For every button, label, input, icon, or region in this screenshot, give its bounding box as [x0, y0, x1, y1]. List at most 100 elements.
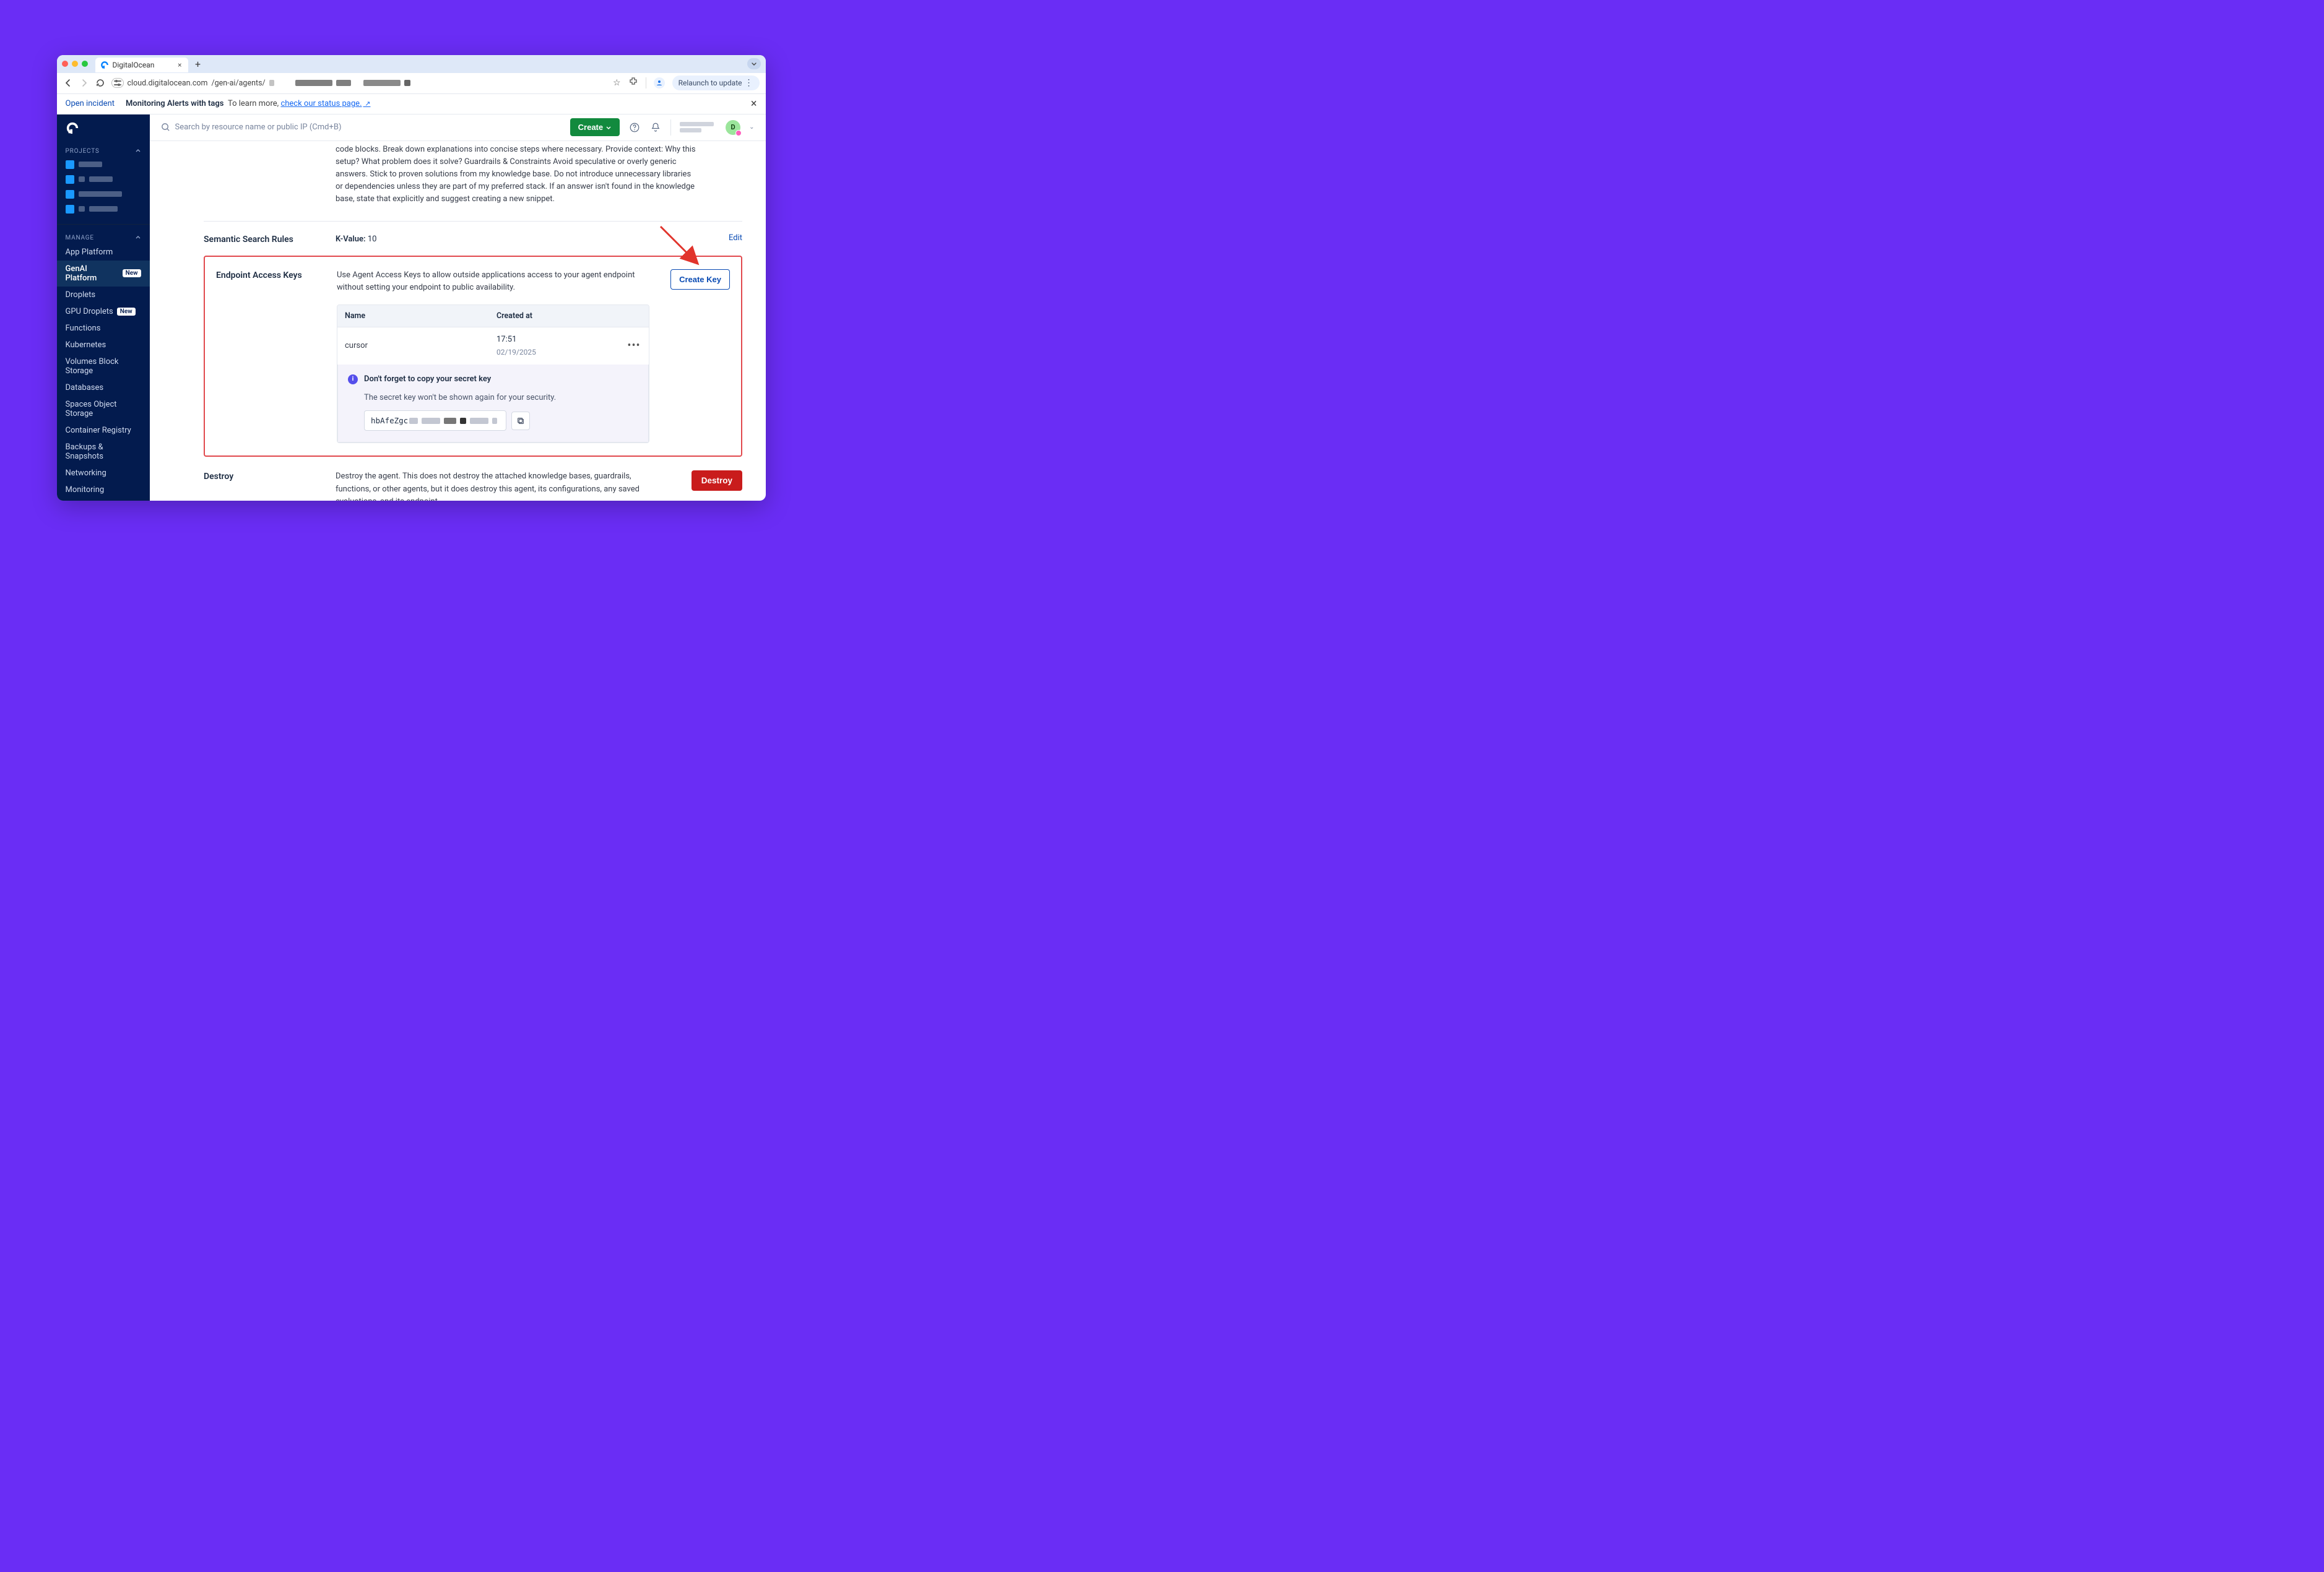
- copy-key-button[interactable]: [511, 412, 530, 430]
- sidebar-item-droplets[interactable]: Droplets: [57, 287, 150, 303]
- notifications-icon[interactable]: [649, 121, 662, 134]
- info-icon: i: [348, 374, 358, 384]
- sidebar-item-kubernetes[interactable]: Kubernetes: [57, 337, 150, 353]
- endpoint-access-keys-title: Endpoint Access Keys: [216, 269, 337, 280]
- top-bar: Search by resource name or public IP (Cm…: [150, 114, 766, 141]
- search-input[interactable]: Search by resource name or public IP (Cm…: [161, 123, 342, 132]
- banner-close-icon[interactable]: ×: [751, 97, 757, 110]
- redacted-team-name: [680, 122, 717, 133]
- relaunch-label: Relaunch to update: [679, 79, 742, 87]
- sidebar-manage-header[interactable]: MANAGE: [57, 232, 150, 244]
- url-host: cloud.digitalocean.com: [128, 79, 208, 88]
- tablist-collapse-icon[interactable]: [747, 58, 761, 69]
- access-key-row: cursor 17:51 02/19/2025 •••: [337, 327, 649, 365]
- sidebar-item-app-platform[interactable]: App Platform: [57, 244, 150, 261]
- th-created: Created at: [489, 305, 619, 327]
- incident-open-label: Open incident: [66, 99, 115, 108]
- chrome-menu-icon[interactable]: ⋮: [745, 78, 753, 88]
- key-actions-menu-icon[interactable]: •••: [619, 331, 649, 361]
- browser-window: DigitalOcean × + cloud.digitalocean.com/…: [57, 55, 766, 501]
- browser-tab[interactable]: DigitalOcean ×: [95, 58, 188, 72]
- main-column: Search by resource name or public IP (Cm…: [150, 114, 766, 501]
- sidebar-project-item[interactable]: [57, 202, 150, 217]
- url-path: /gen-ai/agents/: [211, 79, 265, 88]
- destroy-button[interactable]: Destroy: [692, 470, 742, 491]
- avatar-menu-chevron-icon[interactable]: ⌄: [749, 124, 754, 131]
- k-value-display: K-Value: 10: [336, 233, 668, 246]
- nav-back-icon[interactable]: [63, 78, 73, 88]
- digitalocean-favicon-icon: [100, 61, 109, 69]
- extensions-icon[interactable]: [628, 77, 638, 89]
- endpoint-access-keys-desc: Use Agent Access Keys to allow outside a…: [337, 269, 649, 294]
- sidebar-item-backups[interactable]: Backups & Snapshots: [57, 439, 150, 465]
- incident-learn: To learn more,: [228, 99, 279, 108]
- sidebar-item-volumes[interactable]: Volumes Block Storage: [57, 353, 150, 379]
- tab-close-icon[interactable]: ×: [178, 61, 181, 69]
- chevron-down-icon: [605, 124, 612, 131]
- external-link-icon: ↗: [363, 100, 371, 108]
- url-field[interactable]: cloud.digitalocean.com/gen-ai/agents/: [111, 78, 607, 88]
- incident-banner: Open incident Monitoring Alerts with tag…: [57, 94, 766, 114]
- secret-key-subtitle: The secret key won't be shown again for …: [364, 392, 638, 404]
- instruction-text-fragment: code blocks. Break down explanations int…: [336, 141, 699, 206]
- semantic-search-section: Semantic Search Rules K-Value: 10 Edit: [204, 233, 742, 246]
- sidebar-projects-header[interactable]: PROJECTS: [57, 145, 150, 157]
- sidebar-project-item[interactable]: [57, 157, 150, 172]
- tab-strip: DigitalOcean × +: [57, 55, 766, 73]
- window-traffic-lights: [62, 61, 88, 67]
- nav-forward-icon[interactable]: [79, 78, 89, 88]
- chevron-up-icon: [135, 235, 141, 241]
- search-icon: [161, 123, 170, 132]
- relaunch-button[interactable]: Relaunch to update ⋮: [672, 76, 760, 90]
- create-button[interactable]: Create: [570, 118, 620, 136]
- bookmark-icon[interactable]: ☆: [613, 78, 621, 88]
- secret-key-panel: i Don't forget to copy your secret key T…: [337, 365, 649, 443]
- sidebar-item-databases[interactable]: Databases: [57, 379, 150, 396]
- sidebar-item-gpu-droplets[interactable]: GPU DropletsNew: [57, 303, 150, 320]
- key-name: cursor: [337, 334, 489, 358]
- help-icon[interactable]: [628, 121, 641, 134]
- sidebar-item-spaces[interactable]: Spaces Object Storage: [57, 396, 150, 422]
- sidebar-item-networking[interactable]: Networking: [57, 465, 150, 482]
- content-scroll[interactable]: code blocks. Break down explanations int…: [150, 141, 766, 501]
- reload-icon[interactable]: [95, 78, 105, 88]
- chrome-profile-icon[interactable]: [654, 77, 665, 89]
- secret-key-field[interactable]: hbAfeZgc: [364, 410, 506, 431]
- sidebar: PROJECTS MANAGE App Platform GenAI Platf…: [57, 114, 150, 501]
- key-created-time: 17:51: [496, 334, 612, 346]
- sidebar-item-monitoring[interactable]: Monitoring: [57, 482, 150, 498]
- section-divider: [204, 221, 742, 222]
- semantic-search-title: Semantic Search Rules: [204, 233, 336, 244]
- key-created-date: 02/19/2025: [496, 347, 612, 358]
- edit-link[interactable]: Edit: [729, 233, 742, 243]
- sidebar-project-item[interactable]: [57, 172, 150, 187]
- user-avatar[interactable]: D: [726, 120, 740, 135]
- sidebar-item-functions[interactable]: Functions: [57, 320, 150, 337]
- window-minimize-dot[interactable]: [72, 61, 78, 67]
- create-key-button[interactable]: Create Key: [670, 269, 730, 290]
- sidebar-item-container-registry[interactable]: Container Registry: [57, 422, 150, 439]
- avatar-badge-icon: [735, 130, 742, 136]
- site-settings-icon[interactable]: [111, 78, 124, 88]
- copy-icon: [516, 417, 525, 425]
- window-fullscreen-dot[interactable]: [82, 61, 88, 67]
- sidebar-item-genai-platform[interactable]: GenAI PlatformNew: [57, 261, 150, 287]
- access-keys-table: Name Created at cursor 17:51 02/19/2: [337, 304, 649, 444]
- sidebar-project-item[interactable]: [57, 187, 150, 202]
- th-name: Name: [337, 305, 489, 327]
- app-body: PROJECTS MANAGE App Platform GenAI Platf…: [57, 114, 766, 501]
- topbar-divider: [670, 119, 671, 136]
- search-placeholder: Search by resource name or public IP (Cm…: [175, 123, 342, 132]
- url-right-controls: ☆ Relaunch to update ⋮: [613, 76, 759, 90]
- tab-title: DigitalOcean: [113, 61, 155, 69]
- incident-status-link[interactable]: check our status page. ↗: [280, 99, 370, 108]
- destroy-title: Destroy: [204, 470, 336, 482]
- chevron-up-icon: [135, 148, 141, 154]
- secret-key-title: Don't forget to copy your secret key: [364, 373, 491, 386]
- digitalocean-logo-icon[interactable]: [57, 114, 150, 142]
- destroy-section: Destroy Destroy the agent. This does not…: [204, 470, 742, 500]
- window-close-dot[interactable]: [62, 61, 68, 67]
- destroy-desc: Destroy the agent. This does not destroy…: [336, 470, 668, 500]
- new-tab-button[interactable]: +: [192, 58, 204, 70]
- endpoint-access-keys-section: Endpoint Access Keys Use Agent Access Ke…: [204, 256, 742, 457]
